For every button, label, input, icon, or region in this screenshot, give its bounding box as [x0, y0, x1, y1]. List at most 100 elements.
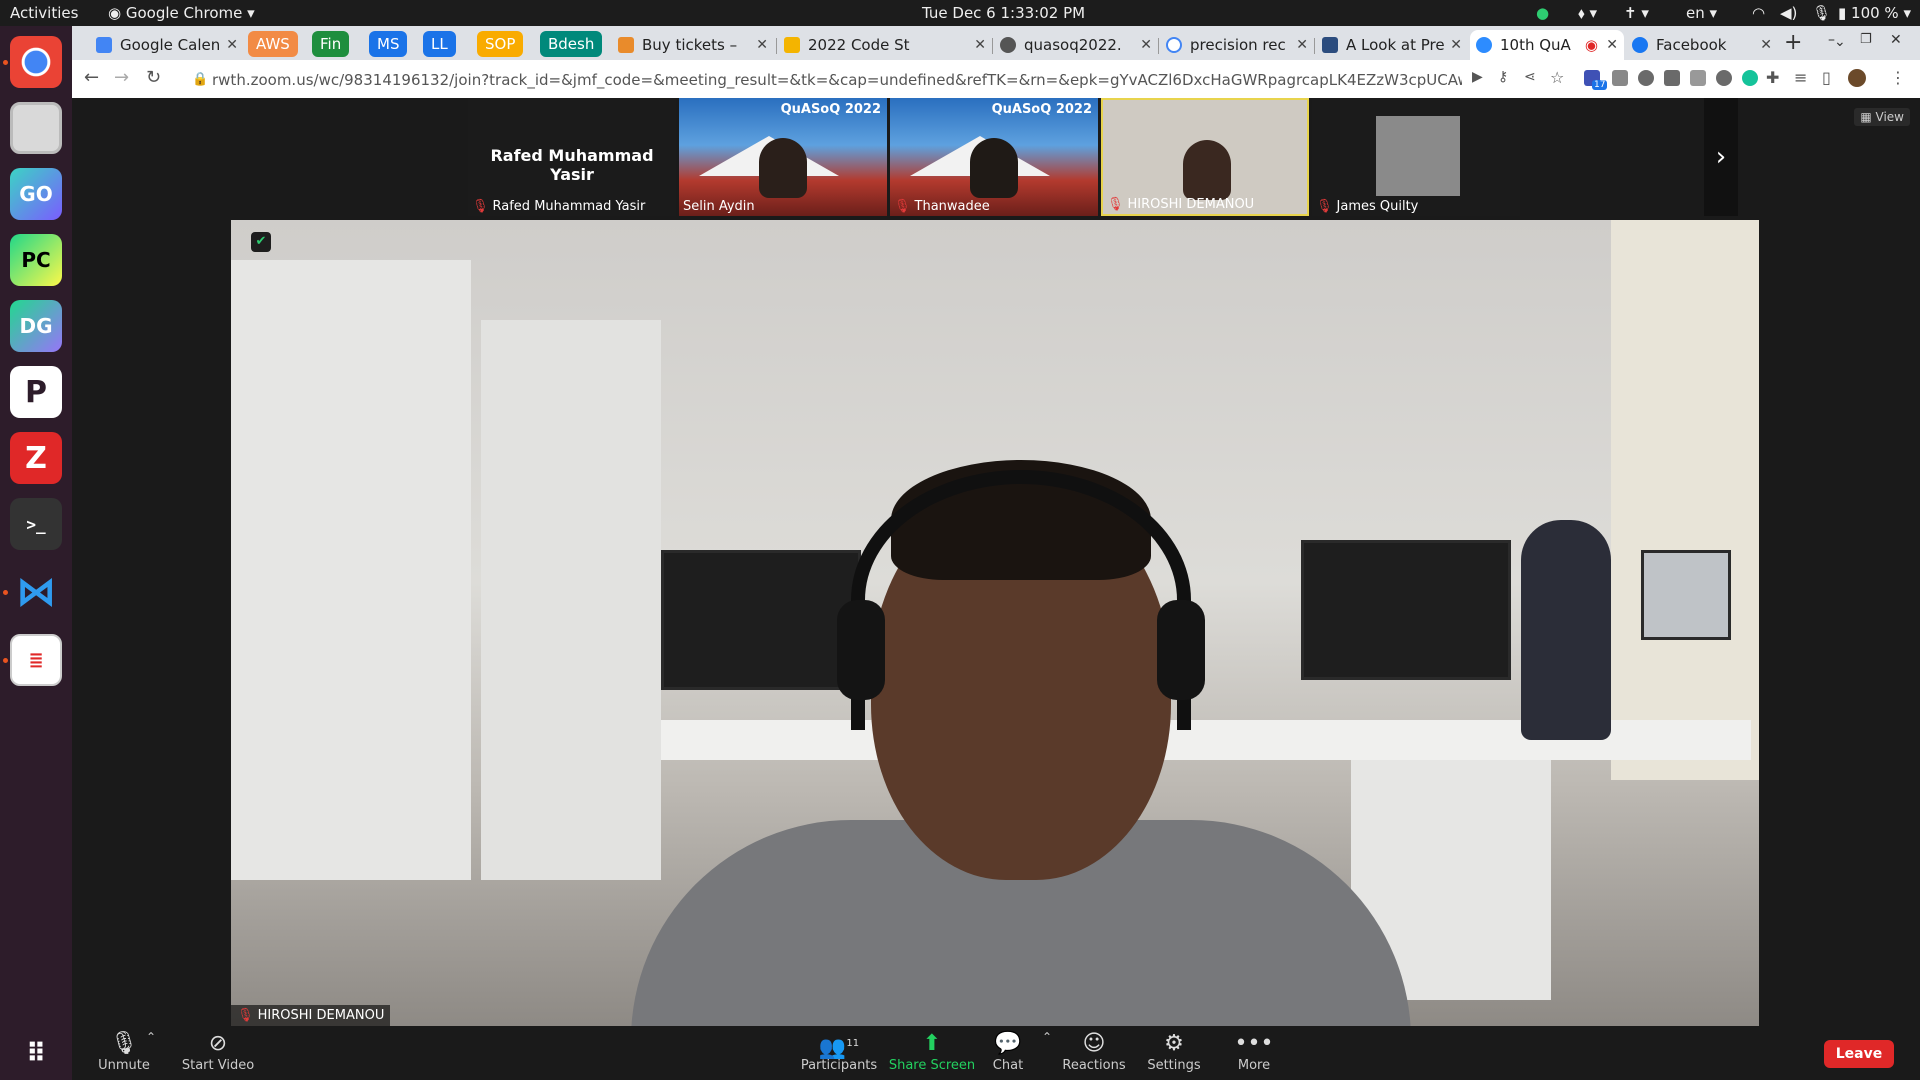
tab-facebook[interactable]: Facebook ✕ [1626, 30, 1778, 60]
reactions-button[interactable]: ☺ Reactions [1054, 1030, 1134, 1073]
tab-google-calendar[interactable]: Google Calen ✕ [90, 30, 244, 60]
close-icon[interactable]: ✕ [1760, 30, 1772, 60]
dropbox-icon[interactable]: ⬧ ▾ [1578, 4, 1597, 22]
close-icon[interactable]: ✕ [974, 30, 986, 60]
minimize-icon[interactable]: – [1828, 32, 1835, 48]
app-menu[interactable]: ◉ Google Chrome ▾ [108, 4, 255, 22]
camera-icon[interactable]: ▶ [1472, 69, 1483, 85]
start-video-button[interactable]: ⊘ Start Video [168, 1030, 268, 1073]
slides-icon [784, 37, 800, 53]
extension-icon[interactable] [1664, 70, 1680, 86]
tab-group-bdesh[interactable]: Bdesh [540, 31, 603, 57]
back-icon[interactable]: ← [84, 67, 99, 88]
view-button[interactable]: ▦ View [1854, 108, 1910, 126]
share-icon[interactable]: ⋖ [1524, 69, 1536, 85]
tab-quasoq[interactable]: quasoq2022. ✕ [994, 30, 1158, 60]
activities-button[interactable]: Activities [10, 4, 78, 22]
chat-icon: 💬 [994, 1031, 1022, 1056]
p-app-icon[interactable]: P [10, 366, 62, 418]
battery-indicator[interactable]: ▮ 100 % ▾ [1838, 4, 1911, 22]
audio-options-chevron-icon[interactable]: ⌃ [146, 1030, 156, 1044]
grammarly-icon[interactable] [1742, 70, 1758, 86]
datagrip-icon[interactable]: DG [10, 300, 62, 352]
app-name: Google Chrome [125, 4, 243, 22]
side-panel-icon[interactable]: ▯ [1822, 68, 1831, 87]
zoom-meeting: Rafed Muhammad Yasir 🎙 Rafed Muhammad Yas… [72, 98, 1920, 1080]
close-icon[interactable]: ✕ [1450, 30, 1462, 60]
participant-tile[interactable]: Rafed Muhammad Yasir 🎙 Rafed Muhammad Yas… [468, 98, 676, 216]
goland-icon[interactable]: GO [10, 168, 62, 220]
main-video: ✔ 🎙 HIROSHI DEMANOU [231, 220, 1759, 1026]
clock[interactable]: Tue Dec 6 1:33:02 PM [922, 4, 1085, 22]
participant-tile[interactable]: QuASoQ 2022 Selin Aydin [679, 98, 887, 216]
tab-code-study[interactable]: 2022 Code St ✕ [778, 30, 992, 60]
tab-group-aws[interactable]: AWS [248, 31, 298, 57]
tab-group-fin[interactable]: Fin [312, 31, 350, 57]
update-indicator-icon[interactable]: ● [1536, 4, 1549, 22]
participant-tile[interactable]: QuASoQ 2022 🎙 Thanwadee [890, 98, 1098, 216]
tab-group-sop[interactable]: SOP [477, 31, 524, 57]
extension-icon[interactable] [1716, 70, 1732, 86]
address-bar[interactable]: rwth.zoom.us/wc/98314196132/join?track_i… [212, 66, 1462, 94]
key-icon[interactable]: ⚷ [1498, 69, 1508, 85]
share-screen-icon: ⬆ [922, 1031, 942, 1056]
leave-button[interactable]: Leave [1824, 1040, 1894, 1068]
puzzle-icon[interactable]: ✚ [1766, 68, 1779, 87]
settings-button[interactable]: ⚙ Settings [1134, 1030, 1214, 1073]
participant-video [759, 138, 807, 198]
participants-button[interactable]: 👥11 Participants [794, 1030, 884, 1073]
next-page-chevron-icon[interactable]: › [1704, 98, 1738, 216]
close-icon[interactable]: ✕ [1140, 30, 1152, 60]
participant-tile[interactable]: 🎙 James Quilty [1312, 98, 1520, 216]
chat-button[interactable]: 💬 Chat [978, 1030, 1038, 1073]
window-blinds [1611, 220, 1759, 780]
window-close-icon[interactable]: ✕ [1890, 32, 1902, 48]
close-icon[interactable]: ✕ [756, 30, 768, 60]
tab-group-ll[interactable]: LL [423, 31, 456, 57]
files-icon[interactable] [10, 102, 62, 154]
extension-icon[interactable] [1690, 70, 1706, 86]
accessibility-icon[interactable]: ✝ ▾ [1624, 4, 1649, 22]
pycharm-icon[interactable]: PC [10, 234, 62, 286]
participant-tile-active-speaker[interactable]: 🎙 HIROSHI DEMANOU [1101, 98, 1309, 216]
more-dots-icon: ••• [1234, 1031, 1274, 1056]
more-button[interactable]: ••• More [1214, 1030, 1294, 1073]
lock-icon[interactable]: 🔒 [192, 72, 208, 87]
volume-icon[interactable]: ◀) [1780, 4, 1797, 22]
grid-icon: ▦ [1860, 110, 1872, 124]
zotero-icon[interactable]: Z [10, 432, 62, 484]
profile-avatar[interactable] [1848, 69, 1866, 87]
new-tab-button[interactable]: + [1784, 30, 1802, 55]
tab-search-icon[interactable]: ⌄ [1834, 34, 1846, 50]
encryption-shield-icon[interactable]: ✔ [251, 232, 271, 252]
tab-group-ms[interactable]: MS [369, 31, 408, 57]
tab-look-at-pre[interactable]: A Look at Pre ✕ [1316, 30, 1468, 60]
terminal-icon[interactable]: >_ [10, 498, 62, 550]
shield-extension-icon[interactable] [1612, 70, 1628, 86]
extension-icon[interactable] [1638, 70, 1654, 86]
reader-icon[interactable]: ≣ [10, 634, 62, 686]
forward-icon[interactable]: → [114, 67, 129, 88]
close-icon[interactable]: ✕ [1296, 30, 1308, 60]
participant-name: 🎙 Rafed Muhammad Yasir [472, 199, 646, 214]
language-selector[interactable]: en ▾ [1686, 4, 1717, 22]
conference-banner: QuASoQ 2022 [780, 102, 881, 117]
bookmark-star-icon[interactable]: ☆ [1550, 68, 1564, 87]
close-icon[interactable]: ✕ [226, 30, 238, 60]
restore-icon[interactable]: ❐ [1860, 32, 1872, 47]
tab-precision-recall[interactable]: precision rec ✕ [1160, 30, 1314, 60]
mic-muted-icon: 🎙 [1316, 199, 1333, 214]
menu-icon[interactable]: ⋮ [1890, 68, 1906, 87]
microphone-icon[interactable]: 🎙 [1812, 4, 1831, 22]
wifi-icon[interactable]: ◠ [1752, 4, 1765, 22]
chrome-icon[interactable] [10, 36, 62, 88]
media-control-icon[interactable]: ≡ [1794, 68, 1807, 87]
vscode-icon[interactable]: ⋈ [10, 566, 62, 618]
chat-options-chevron-icon[interactable]: ⌃ [1042, 1030, 1052, 1044]
tab-zoom-meeting[interactable]: 10th QuA ◉ ✕ [1470, 30, 1624, 60]
close-icon[interactable]: ✕ [1606, 30, 1618, 60]
reload-icon[interactable]: ↻ [146, 67, 161, 88]
show-apps-icon[interactable]: ⠿ [10, 1028, 62, 1080]
share-screen-button[interactable]: ⬆ Share Screen [882, 1030, 982, 1073]
tab-buy-tickets[interactable]: Buy tickets – ✕ [618, 30, 774, 60]
